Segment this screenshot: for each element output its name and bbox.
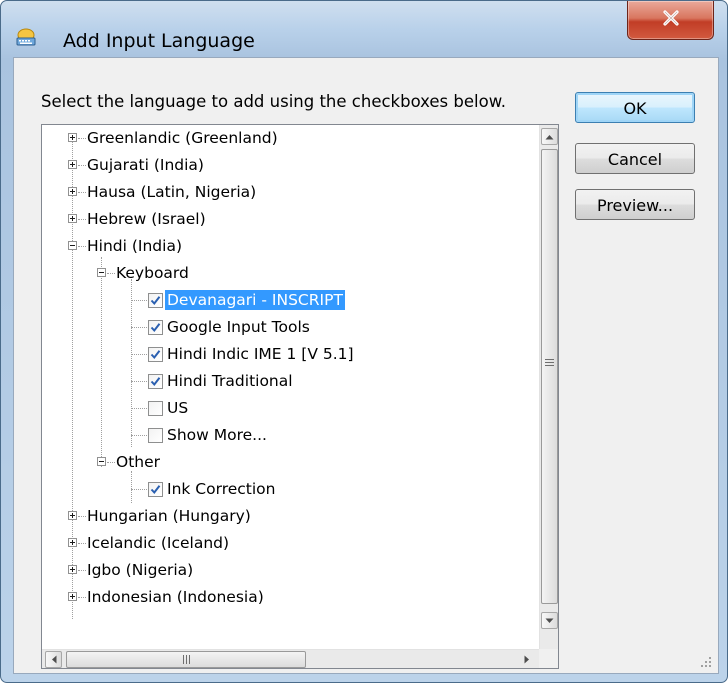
keyboard-checkbox[interactable] xyxy=(148,374,163,389)
tree-item-keyboard[interactable]: Devanagari - INSCRIPT xyxy=(42,287,522,314)
dialog-client-area: Select the language to add using the che… xyxy=(13,57,719,674)
tree-group-other[interactable]: Other xyxy=(42,449,522,476)
instruction-text: Select the language to add using the che… xyxy=(41,92,506,111)
horizontal-scrollbar[interactable] xyxy=(42,649,539,668)
tree-item-keyboard[interactable]: Hindi Traditional xyxy=(42,368,522,395)
tree-item-language[interactable]: Hebrew (Israel) xyxy=(42,206,522,233)
window-title: Add Input Language xyxy=(63,30,255,52)
vertical-scroll-thumb[interactable] xyxy=(541,149,558,604)
collapse-icon[interactable] xyxy=(97,268,106,277)
checkbox-check-icon xyxy=(150,296,161,306)
expand-icon[interactable] xyxy=(68,160,77,169)
checkbox-check-icon xyxy=(150,485,161,495)
tree-item-label[interactable]: Hindi Indic IME 1 [V 5.1] xyxy=(165,344,356,364)
scroll-grip-icon xyxy=(545,359,554,366)
collapse-icon[interactable] xyxy=(97,457,106,466)
collapse-icon[interactable] xyxy=(68,241,77,250)
tree-item-label[interactable]: Igbo (Nigeria) xyxy=(85,560,195,580)
expand-icon[interactable] xyxy=(68,187,77,196)
title-bar[interactable]: Add Input Language xyxy=(1,1,727,55)
tree-connector xyxy=(131,354,147,355)
scroll-left-arrow-icon xyxy=(51,655,56,664)
other-checkbox[interactable] xyxy=(148,482,163,497)
tree-connector xyxy=(131,300,147,301)
tree-connector xyxy=(131,435,147,436)
tree-item-keyboard[interactable]: Show More... xyxy=(42,422,522,449)
scroll-right-arrow-icon xyxy=(524,655,529,664)
keyboard-checkbox[interactable] xyxy=(148,320,163,335)
tree-item-label[interactable]: US xyxy=(165,398,190,418)
expand-icon[interactable] xyxy=(68,592,77,601)
tree-item-label[interactable]: Show More... xyxy=(165,425,269,445)
expand-icon[interactable] xyxy=(68,511,77,520)
language-globe-icon xyxy=(15,26,36,46)
preview-button[interactable]: Preview... xyxy=(575,189,695,220)
tree-item-label[interactable]: Ink Correction xyxy=(165,479,278,499)
expand-icon[interactable] xyxy=(68,565,77,574)
expand-icon[interactable] xyxy=(68,133,77,142)
tree-item-label[interactable]: Indonesian (Indonesia) xyxy=(85,587,266,607)
tree-group-label[interactable]: Other xyxy=(114,452,162,472)
tree-connector xyxy=(131,381,147,382)
tree-item-keyboard[interactable]: US xyxy=(42,395,522,422)
keyboard-checkbox[interactable] xyxy=(148,347,163,362)
scroll-grip-icon xyxy=(182,655,190,664)
tree-item-language[interactable]: Hungarian (Hungary) xyxy=(42,503,522,530)
tree-item-label[interactable]: Hindi Traditional xyxy=(165,371,295,391)
horizontal-scroll-thumb[interactable] xyxy=(66,651,306,668)
tree-connector xyxy=(131,489,147,490)
tree-item-language[interactable]: Hausa (Latin, Nigeria) xyxy=(42,179,522,206)
tree-item-label[interactable]: Devanagari - INSCRIPT xyxy=(165,290,345,310)
scroll-up-arrow-icon xyxy=(545,134,554,139)
expand-icon[interactable] xyxy=(68,214,77,223)
expand-icon[interactable] xyxy=(68,538,77,547)
scroll-right-button[interactable] xyxy=(518,651,535,668)
checkbox-check-icon xyxy=(150,377,161,387)
tree-item-label[interactable]: Hebrew (Israel) xyxy=(85,209,208,229)
tree-item-language[interactable]: Icelandic (Iceland) xyxy=(42,530,522,557)
tree-item-label[interactable]: Greenlandic (Greenland) xyxy=(85,128,280,148)
tree-item-language-expanded[interactable]: Hindi (India) xyxy=(42,233,522,260)
close-icon xyxy=(662,9,680,31)
tree-item-label[interactable]: Hungarian (Hungary) xyxy=(85,506,253,526)
tree-item-language[interactable]: Indonesian (Indonesia) xyxy=(42,584,522,611)
tree-item-language[interactable]: Greenlandic (Greenland) xyxy=(42,125,522,152)
tree-item-other[interactable]: Ink Correction xyxy=(42,476,522,503)
keyboard-checkbox[interactable] xyxy=(148,401,163,416)
tree-item-keyboard[interactable]: Hindi Indic IME 1 [V 5.1] xyxy=(42,341,522,368)
cancel-button[interactable]: Cancel xyxy=(575,143,695,174)
tree-item-label[interactable]: Google Input Tools xyxy=(165,317,312,337)
tree-item-label[interactable]: Hausa (Latin, Nigeria) xyxy=(85,182,258,202)
tree-item-label[interactable]: Gujarati (India) xyxy=(85,155,206,175)
keyboard-checkbox[interactable] xyxy=(148,428,163,443)
scroll-left-button[interactable] xyxy=(45,651,62,668)
vertical-scrollbar[interactable] xyxy=(539,125,558,651)
scrollbar-corner xyxy=(539,649,558,668)
checkbox-check-icon xyxy=(150,350,161,360)
checkbox-check-icon xyxy=(150,323,161,333)
ok-button[interactable]: OK xyxy=(575,92,695,123)
language-tree[interactable]: Greenlandic (Greenland) Gujarati (India)… xyxy=(41,124,559,669)
tree-item-label[interactable]: Icelandic (Iceland) xyxy=(85,533,231,553)
resize-grip-icon[interactable] xyxy=(700,655,712,667)
tree-item-keyboard[interactable]: Google Input Tools xyxy=(42,314,522,341)
scroll-down-arrow-icon xyxy=(545,618,554,623)
tree-item-language[interactable]: Igbo (Nigeria) xyxy=(42,557,522,584)
close-button[interactable] xyxy=(627,1,714,40)
tree-connector xyxy=(131,327,147,328)
tree-item-language[interactable]: Gujarati (India) xyxy=(42,152,522,179)
tree-item-label[interactable]: Hindi (India) xyxy=(85,236,184,256)
dialog-window: Add Input Language Select the language t… xyxy=(0,0,728,683)
tree-connector xyxy=(131,408,147,409)
tree-group-label[interactable]: Keyboard xyxy=(114,263,191,283)
keyboard-checkbox[interactable] xyxy=(148,293,163,308)
scroll-up-button[interactable] xyxy=(541,128,558,145)
scroll-down-button[interactable] xyxy=(541,612,558,629)
tree-group-keyboard[interactable]: Keyboard xyxy=(42,260,522,287)
